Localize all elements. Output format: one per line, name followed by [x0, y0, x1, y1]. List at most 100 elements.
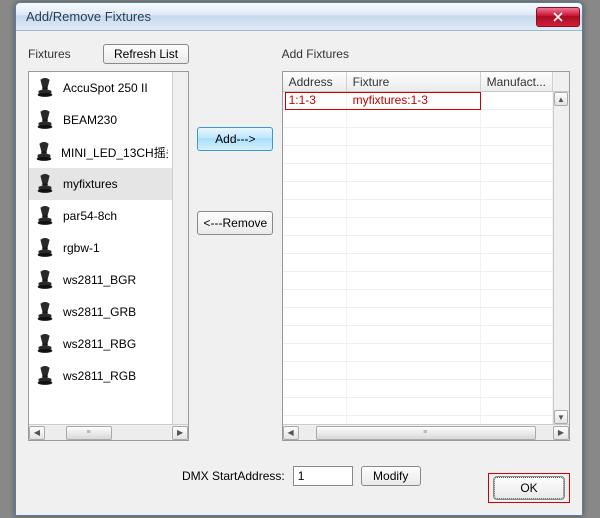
fixture-icon	[33, 140, 55, 164]
table-row[interactable]	[283, 398, 553, 416]
scroll-track[interactable]: ≡	[300, 426, 552, 440]
table-row[interactable]	[283, 344, 553, 362]
refresh-list-button[interactable]: Refresh List	[103, 44, 189, 64]
fixture-name: MINI_LED_13CH摇头	[61, 144, 168, 161]
scroll-thumb[interactable]: ≡	[66, 426, 112, 440]
fixture-icon	[34, 77, 56, 99]
table-row[interactable]	[283, 308, 553, 326]
table-horizontal-scrollbar[interactable]: ◀ ≡ ▶	[283, 424, 569, 440]
ok-button[interactable]: OK	[494, 477, 564, 499]
cell-manufacturer	[481, 272, 553, 289]
cell-address	[283, 380, 347, 397]
cell-address	[283, 398, 347, 415]
scroll-track[interactable]: ≡	[46, 426, 171, 440]
scroll-left-button[interactable]: ◀	[283, 426, 299, 440]
table-vertical-scrollbar[interactable]: ▲ ▼	[553, 92, 569, 424]
cell-fixture	[347, 200, 481, 217]
fixture-items: AccuSpot 250 II BEAM230 MINI_LED_13CH摇头 …	[29, 72, 172, 424]
cell-fixture	[347, 254, 481, 271]
cell-address	[283, 254, 347, 271]
col-address[interactable]: Address	[283, 72, 347, 91]
cell-manufacturer	[481, 290, 553, 307]
list-item[interactable]: AccuSpot 250 II	[29, 72, 172, 104]
cell-manufacturer	[481, 146, 553, 163]
fixture-icon	[34, 109, 56, 131]
cell-manufacturer	[481, 344, 553, 361]
scroll-right-button[interactable]: ▶	[172, 426, 188, 440]
cell-address	[283, 326, 347, 343]
cell-address	[283, 290, 347, 307]
table-row[interactable]	[283, 146, 553, 164]
table-row[interactable]	[283, 362, 553, 380]
list-item[interactable]: par54-8ch	[29, 200, 172, 232]
table-row[interactable]	[283, 290, 553, 308]
cell-fixture	[347, 146, 481, 163]
cell-fixture	[347, 110, 481, 127]
table-body: 1:1-3myfixtures:1-3 ▲ ▼	[283, 92, 569, 424]
fixture-icon	[33, 236, 57, 260]
upper-pane: Fixtures Refresh List AccuSpot 250 II BE…	[28, 41, 570, 441]
fixture-icon	[34, 237, 56, 259]
cell-manufacturer	[481, 92, 553, 109]
list-item[interactable]: MINI_LED_13CH摇头	[29, 136, 172, 168]
cell-address	[283, 146, 347, 163]
fixture-icon	[34, 205, 56, 227]
dmx-start-address-label: DMX StartAddress:	[182, 469, 285, 483]
table-row[interactable]	[283, 110, 553, 128]
col-fixture[interactable]: Fixture	[347, 72, 481, 91]
list-item[interactable]: myfixtures	[29, 168, 172, 200]
cell-manufacturer	[481, 380, 553, 397]
cell-address	[283, 236, 347, 253]
list-item[interactable]: ws2811_BGR	[29, 264, 172, 296]
table-row[interactable]	[283, 326, 553, 344]
dialog-body: Fixtures Refresh List AccuSpot 250 II BE…	[16, 31, 582, 515]
table-row[interactable]	[283, 254, 553, 272]
scroll-thumb[interactable]: ≡	[316, 426, 536, 440]
cell-manufacturer	[481, 236, 553, 253]
col-scroll-spacer	[553, 72, 569, 91]
fixture-listbox[interactable]: AccuSpot 250 II BEAM230 MINI_LED_13CH摇头 …	[28, 71, 189, 441]
table-row[interactable]	[283, 416, 553, 424]
fixture-icon	[33, 204, 57, 228]
col-manufacturer[interactable]: Manufact...	[481, 72, 553, 91]
list-item[interactable]: rgbw-1	[29, 232, 172, 264]
cell-fixture	[347, 218, 481, 235]
fixture-scroll: AccuSpot 250 II BEAM230 MINI_LED_13CH摇头 …	[29, 72, 188, 424]
add-fixtures-label: Add Fixtures	[282, 47, 349, 61]
scroll-right-button[interactable]: ▶	[553, 426, 569, 440]
list-item[interactable]: ws2811_RGB	[29, 360, 172, 392]
table-row[interactable]	[283, 218, 553, 236]
cell-fixture	[347, 290, 481, 307]
fixture-icon	[34, 333, 56, 355]
cell-manufacturer	[481, 110, 553, 127]
add-button[interactable]: Add--->	[197, 127, 273, 151]
fixture-icon	[34, 365, 56, 387]
table-row[interactable]	[283, 182, 553, 200]
remove-button[interactable]: <---Remove	[197, 211, 273, 235]
scroll-up-button[interactable]: ▲	[554, 92, 568, 106]
add-fixtures-table[interactable]: Address Fixture Manufact... 1:1-3myfixtu…	[282, 71, 570, 441]
list-item[interactable]: BEAM230	[29, 104, 172, 136]
dialog-window: Add/Remove Fixtures Fixtures Refresh Lis…	[15, 2, 583, 516]
cell-address	[283, 128, 347, 145]
list-item[interactable]: ws2811_RBG	[29, 328, 172, 360]
table-row[interactable]	[283, 236, 553, 254]
scroll-left-button[interactable]: ◀	[29, 426, 45, 440]
table-row[interactable]	[283, 128, 553, 146]
fixture-icon	[33, 172, 57, 196]
modify-button[interactable]: Modify	[361, 466, 421, 486]
table-row[interactable]	[283, 380, 553, 398]
close-button[interactable]	[536, 7, 580, 27]
table-row[interactable]	[283, 164, 553, 182]
fixture-vertical-scrollbar[interactable]	[172, 72, 188, 424]
table-row[interactable]: 1:1-3myfixtures:1-3	[283, 92, 553, 110]
table-row[interactable]	[283, 272, 553, 290]
scroll-down-button[interactable]: ▼	[554, 410, 568, 424]
dmx-start-address-input[interactable]	[293, 466, 353, 486]
fixture-icon	[34, 173, 56, 195]
fixture-horizontal-scrollbar[interactable]: ◀ ≡ ▶	[29, 424, 188, 440]
list-item[interactable]: ws2811_GRB	[29, 296, 172, 328]
cell-fixture	[347, 398, 481, 415]
fixture-name: AccuSpot 250 II	[63, 81, 148, 95]
table-row[interactable]	[283, 200, 553, 218]
